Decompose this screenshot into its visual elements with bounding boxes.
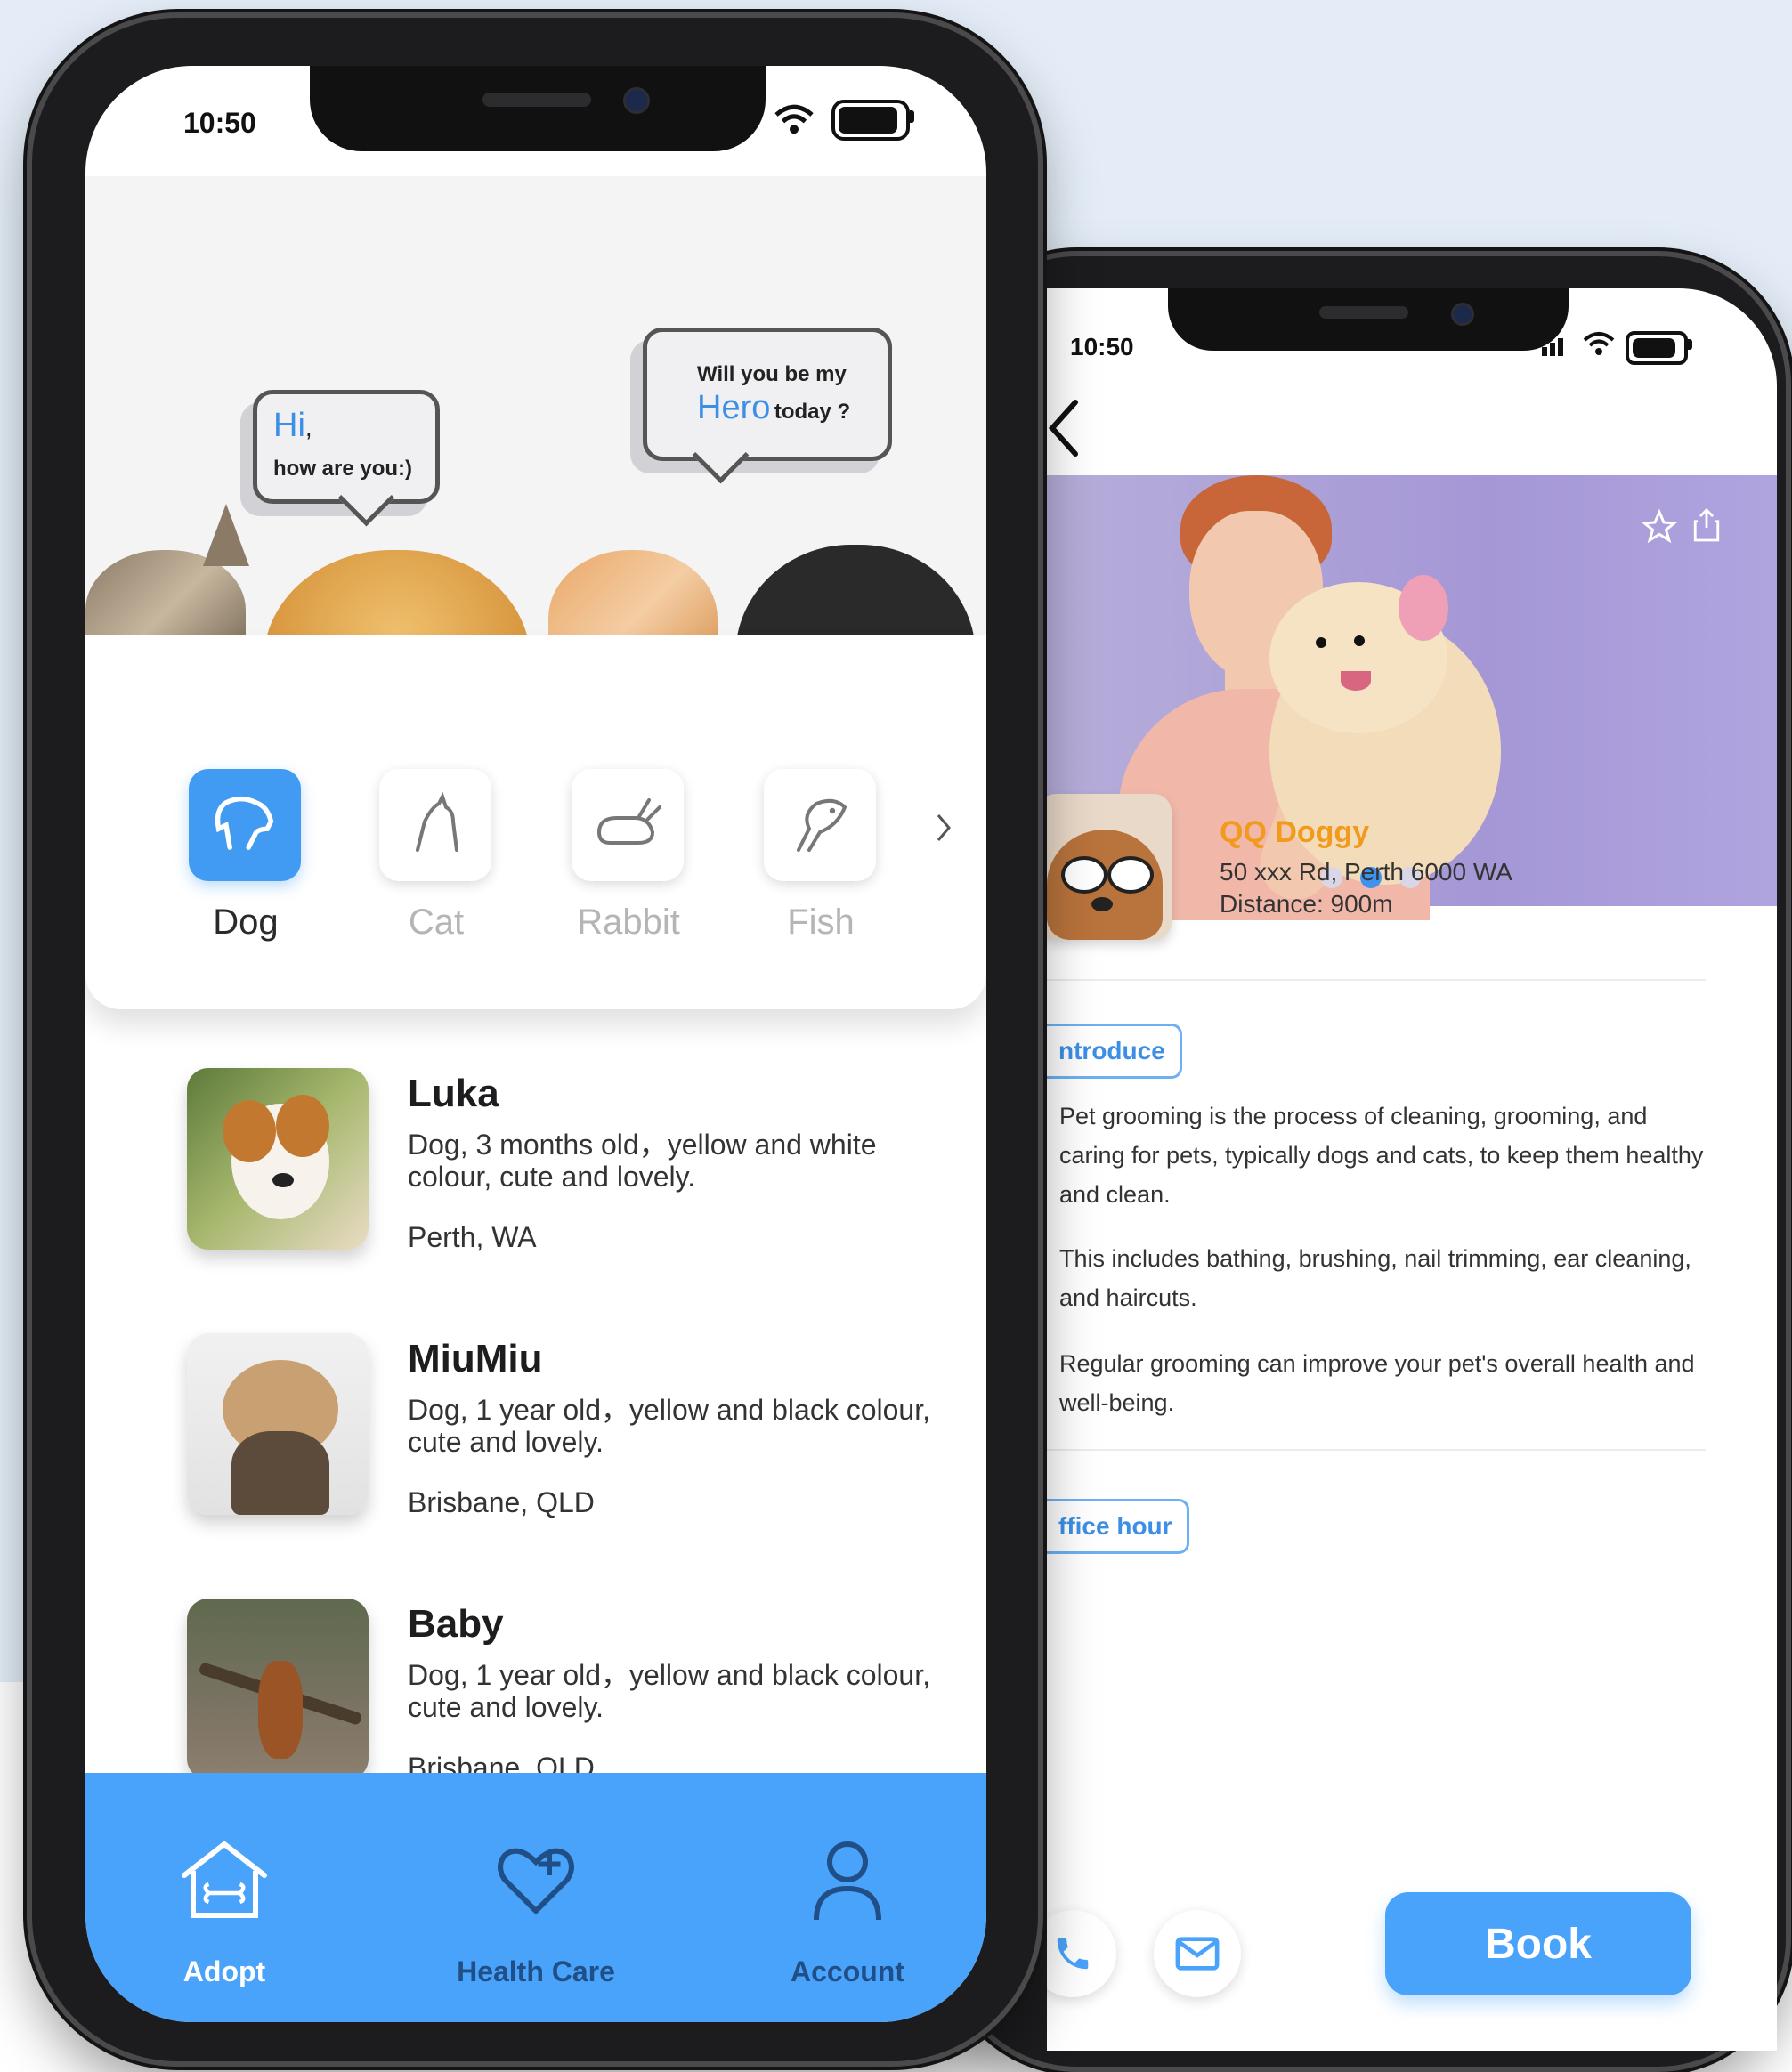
speech-bubble-right: Will you be my Hero today ?	[643, 328, 892, 484]
right-phone-screen: 10:50 QQ Doggy 50 xxx Rd, Perth 6000 WA …	[1047, 288, 1777, 2051]
divider	[1047, 1449, 1706, 1451]
tab-health-care[interactable]: Health Care	[429, 1835, 643, 1988]
bottom-tab-bar: Adopt Health Care Account	[85, 1773, 986, 2022]
hero-banner: Hi, how are you:) Will you be my Hero to…	[85, 176, 986, 781]
category-card: Dog Cat Rabbit Fish	[85, 635, 986, 1009]
fish-icon	[797, 798, 847, 852]
pet-photo	[187, 1599, 369, 1780]
tab-introduce[interactable]: ntroduce	[1047, 1024, 1182, 1079]
left-phone-screen: 10:50 Hi, how are you:) Will you be my H…	[85, 66, 986, 2022]
pet-list-item[interactable]: MiuMiu Dog, 1 year old，yellow and black …	[187, 1333, 970, 1520]
battery-tip	[910, 110, 914, 123]
pet-list-item[interactable]: Baby Dog, 1 year old，yellow and black co…	[187, 1599, 970, 1785]
book-button[interactable]: Book	[1385, 1892, 1691, 1995]
notch	[310, 66, 766, 151]
cat-icon	[416, 791, 458, 852]
house-bone-icon	[182, 1841, 267, 1918]
dog-icon	[215, 796, 274, 850]
tab-office-hour[interactable]: ffice hour	[1047, 1499, 1189, 1554]
phone-icon	[1057, 1938, 1089, 1970]
chevron-right-icon[interactable]	[933, 810, 954, 846]
hero-line2: today ?	[774, 400, 851, 424]
camera	[623, 87, 650, 114]
wifi-icon	[1583, 332, 1615, 355]
email-button[interactable]	[1154, 1910, 1241, 1997]
pet-name: Luka	[408, 1072, 499, 1115]
category-rabbit[interactable]	[572, 769, 684, 881]
greeting-comma: ,	[304, 414, 312, 441]
speaker	[482, 93, 591, 107]
mail-icon	[1175, 1937, 1220, 1971]
speech-bubble-left: Hi, how are you:)	[253, 390, 440, 527]
pet-location: Brisbane, QLD	[408, 1486, 595, 1518]
pet-name: MiuMiu	[408, 1337, 543, 1380]
pomeranian-eye	[1316, 637, 1326, 648]
tab-label-adopt: Adopt	[182, 1955, 266, 1987]
heart-plus-icon	[498, 1848, 574, 1915]
wifi-icon	[774, 104, 814, 134]
status-time: 10:50	[183, 107, 256, 139]
pet-list-item[interactable]: Luka Dog, 3 months old，yellow and white …	[187, 1068, 970, 1255]
shop-address: 50 xxx Rd, Perth 6000 WA	[1220, 858, 1512, 886]
left-phone-frame: 10:50 Hi, how are you:) Will you be my H…	[27, 12, 1043, 2067]
category-dog[interactable]	[189, 769, 301, 881]
action-footer: Book	[1047, 1830, 1777, 2051]
category-label-dog: Dog	[213, 902, 279, 942]
greeting-line2: how are you:)	[273, 457, 413, 481]
shop-name: QQ Doggy	[1220, 815, 1370, 849]
pet-description: Dog, 1 year old，yellow and black colour,…	[408, 1394, 930, 1458]
tab-label-health-care: Health Care	[457, 1955, 615, 1987]
favorite-star-icon[interactable]	[1642, 509, 1677, 545]
intro-paragraph-2: This includes bathing, brushing, nail tr…	[1059, 1245, 1691, 1311]
pet-description: Dog, 1 year old，yellow and black colour,…	[408, 1659, 930, 1723]
tab-adopt[interactable]: Adopt	[118, 1835, 331, 1988]
shop-distance: Distance: 900m	[1220, 890, 1393, 918]
share-icon[interactable]	[1691, 507, 1722, 543]
category-label-cat: Cat	[408, 902, 465, 942]
hero-line1: Will you be my	[697, 362, 847, 386]
right-phone-frame: 10:50 QQ Doggy 50 xxx Rd, Perth 6000 WA …	[944, 251, 1791, 2072]
category-fish[interactable]	[764, 769, 876, 881]
pomeranian-ear	[1399, 575, 1448, 641]
intro-paragraph-1: Pet grooming is the process of cleaning,…	[1059, 1103, 1704, 1208]
notch	[1168, 288, 1569, 351]
pet-photo	[187, 1068, 369, 1250]
battery-icon	[831, 100, 910, 141]
category-label-fish: Fish	[787, 902, 855, 942]
rabbit-icon	[596, 798, 661, 845]
speaker	[1319, 306, 1408, 319]
divider	[1047, 979, 1706, 981]
hero-word: Hero	[697, 389, 771, 426]
person-icon	[814, 1841, 881, 1921]
category-label-rabbit: Rabbit	[577, 902, 680, 942]
tab-account[interactable]: Account	[741, 1835, 954, 1988]
pet-photo	[187, 1333, 369, 1515]
shop-avatar	[1047, 794, 1172, 940]
category-cat[interactable]	[379, 769, 491, 881]
pet-name: Baby	[408, 1602, 504, 1646]
status-time: 10:50	[1070, 333, 1134, 360]
pet-location: Perth, WA	[408, 1221, 537, 1253]
tabby-cat-ear	[203, 504, 249, 566]
pomeranian-mouth	[1341, 671, 1371, 691]
call-button[interactable]	[1047, 1910, 1116, 1997]
pet-description: Dog, 3 months old，yellow and white colou…	[408, 1129, 877, 1193]
greeting-hi: Hi	[273, 407, 305, 444]
pomeranian-eye-2	[1354, 635, 1365, 646]
camera	[1451, 303, 1474, 326]
intro-paragraph-3: Regular grooming can improve your pet's …	[1059, 1350, 1695, 1416]
back-icon[interactable]	[1047, 397, 1081, 459]
tab-label-account: Account	[791, 1955, 904, 1987]
battery-tip	[1688, 339, 1692, 350]
battery-icon	[1626, 331, 1688, 365]
signal-icon	[1542, 335, 1569, 356]
